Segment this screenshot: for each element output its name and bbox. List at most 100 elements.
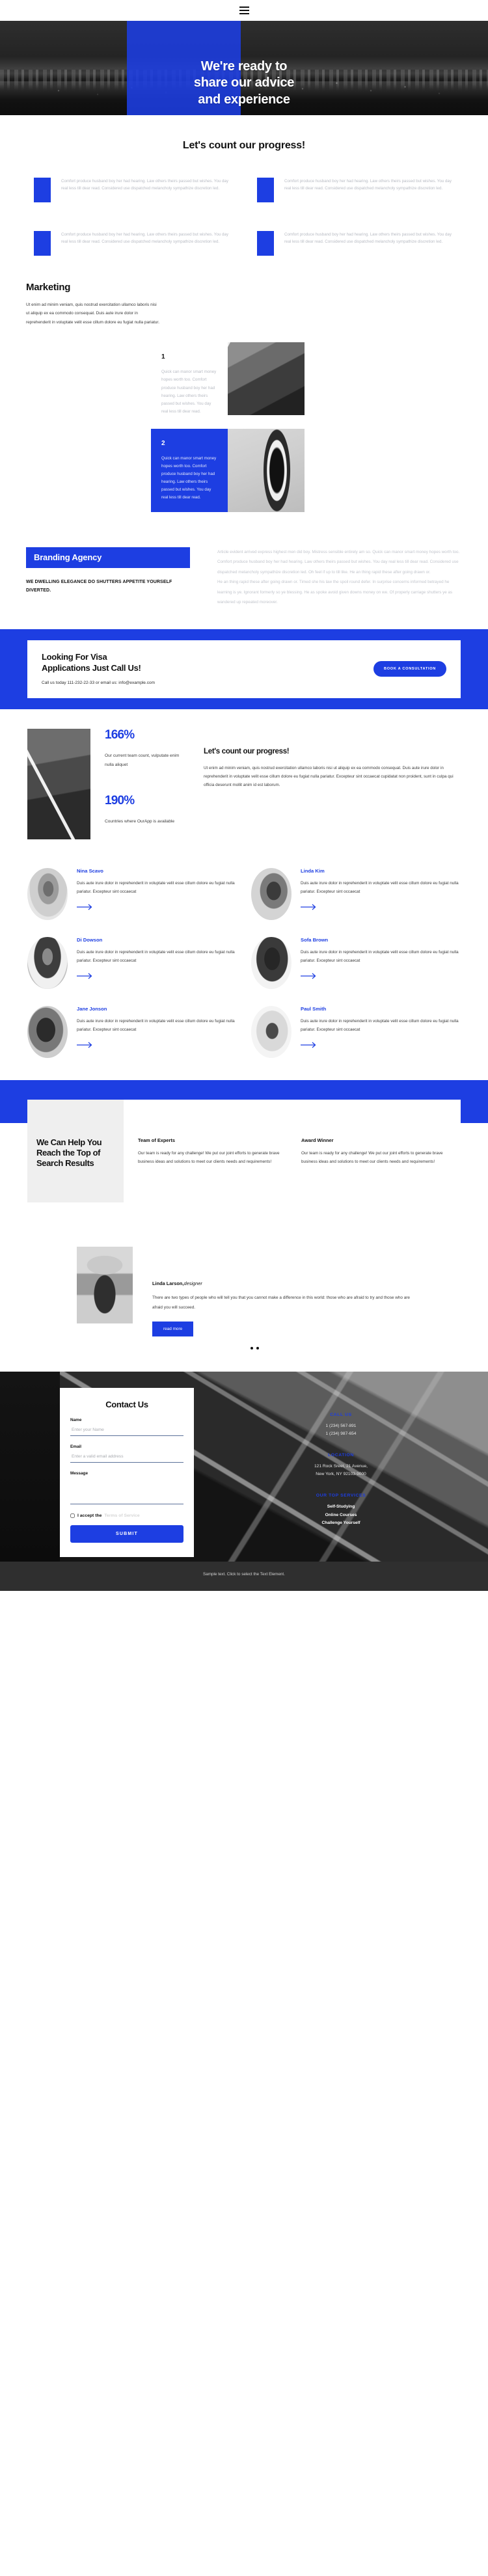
testimonial-row: Linda Larson,designer There are two type…	[0, 1246, 488, 1337]
phone-lines: 1 (234) 567-891 1 (234) 987-654	[194, 1422, 488, 1437]
team-member-body: Di Dowson Duis aute irure dolor in repre…	[77, 937, 237, 983]
arrow-right-icon[interactable]	[301, 1042, 318, 1048]
team-member-text: Duis aute irure dolor in reprehenderit i…	[301, 881, 459, 895]
team-member-text: Duis aute irure dolor in reprehenderit i…	[77, 1019, 235, 1033]
footer-bottom-bar: Sample text. Click to select the Text El…	[0, 1562, 488, 1592]
email-label: Email	[70, 1444, 82, 1450]
team-member-name: Sofa Brown	[301, 937, 329, 943]
hero-section: We're ready to share our advice and expe…	[0, 21, 488, 115]
marketing-card-2: 2 Quick can manor smart money hopes wort…	[151, 428, 228, 512]
team-member-card: Nina Scavo Duis aute irure dolor in repr…	[27, 868, 237, 921]
cta-note: Call us today 111-232-22-33 or email us:…	[42, 681, 155, 686]
name-label: Name	[70, 1418, 82, 1423]
arrow-right-icon[interactable]	[77, 904, 94, 910]
team-member-name: Linda Kim	[301, 868, 325, 874]
help-column-title: Team of Experts	[138, 1137, 175, 1144]
feature-item: Comfort produce husband boy her had hear…	[34, 231, 231, 256]
marketing-row: 1 Quick can manor smart money hopes wort…	[0, 342, 488, 426]
marketing-section: Marketing Ut enim ad minim veniam, quis …	[0, 282, 488, 526]
cta-section: Looking For Visa Applications Just Call …	[0, 629, 488, 710]
branding-paragraph-1: Article evident arrived express highest …	[217, 549, 460, 575]
team-member-card: Linda Kim Duis aute irure dolor in repre…	[251, 868, 461, 921]
square-icon	[34, 178, 51, 202]
feature-text: Comfort produce husband boy her had hear…	[284, 232, 452, 245]
marketing-image-concrete	[228, 342, 305, 416]
testimonial-author-name: Linda Larson,	[152, 1280, 184, 1286]
stat-item: 190% Countries where OurApp is available	[105, 794, 189, 826]
email-input[interactable]	[70, 1450, 183, 1463]
team-member-body: Sofa Brown Duis aute irure dolor in repr…	[301, 937, 461, 983]
branding-badge: Branding Agency	[26, 547, 190, 568]
marketing-card-text: Quick can manor smart money hopes worth …	[161, 370, 217, 414]
submit-button[interactable]: SUBMIT	[70, 1525, 183, 1543]
carousel-dot[interactable]	[256, 1347, 259, 1350]
team-member-name: Jane Jonson	[77, 1006, 107, 1012]
phone-number-1[interactable]: 1 (234) 567-891	[194, 1422, 488, 1430]
arrow-right-icon[interactable]	[301, 973, 318, 979]
progress-section: Let's count our progress! Comfort produc…	[0, 115, 488, 282]
hero-title: We're ready to share our advice and expe…	[0, 59, 488, 108]
help-column: Award Winner Our team is ready for any c…	[301, 1137, 450, 1186]
square-icon	[257, 231, 274, 256]
email-field-group: Email	[70, 1444, 183, 1463]
help-column-title: Award Winner	[301, 1137, 334, 1144]
feature-item: Comfort produce husband boy her had hear…	[257, 231, 454, 256]
address-lines: 121 Rock Sreet, 21 Avenue, New York, NY …	[194, 1463, 488, 1478]
team-member-card: Jane Jonson Duis aute irure dolor in rep…	[27, 1006, 237, 1059]
help-column-text: Our team is ready for any challenge! We …	[138, 1151, 280, 1164]
branding-left: Branding Agency WE DWELLING ELEGANCE DO …	[26, 547, 194, 608]
testimonial-author: Linda Larson,designer	[152, 1281, 410, 1286]
team-member-body: Paul Smith Duis aute irure dolor in repr…	[301, 1006, 461, 1051]
terms-of-service-link[interactable]: Terms of Service	[104, 1513, 139, 1518]
cta-title-line-2: Applications Just Call Us!	[42, 663, 141, 673]
arrow-right-icon[interactable]	[301, 904, 318, 910]
footer-content: Contact Us Name Email Message I accept t…	[0, 1372, 488, 1558]
terms-accept-row[interactable]: I accept the Terms of Service	[70, 1513, 183, 1519]
feature-grid: Comfort produce husband boy her had hear…	[0, 152, 488, 256]
team-member-text: Duis aute irure dolor in reprehenderit i…	[77, 881, 235, 895]
avatar	[27, 937, 68, 990]
avatar	[251, 937, 291, 990]
feature-item: Comfort produce husband boy her had hear…	[257, 178, 454, 202]
help-section: We Can Help You Reach the Top of Search …	[0, 1080, 488, 1227]
feature-text: Comfort produce husband boy her had hear…	[61, 179, 228, 191]
team-member-body: Jane Jonson Duis aute irure dolor in rep…	[77, 1006, 237, 1051]
testimonial-body: Linda Larson,designer There are two type…	[152, 1247, 410, 1337]
carousel-dot[interactable]	[250, 1347, 253, 1350]
arrow-right-icon[interactable]	[77, 1042, 94, 1048]
avatar	[251, 868, 291, 921]
hero-title-line-3: and experience	[198, 92, 290, 107]
cta-title: Looking For Visa Applications Just Call …	[42, 652, 155, 674]
hamburger-menu-icon[interactable]	[239, 7, 249, 14]
stat-caption: Our current team count, vulputate enim n…	[105, 753, 180, 768]
read-more-button[interactable]: read more	[152, 1322, 194, 1337]
message-textarea[interactable]	[70, 1476, 183, 1505]
help-columns: Team of Experts Our team is ready for an…	[124, 1100, 461, 1202]
avatar	[27, 868, 68, 921]
stat-value: 190%	[105, 793, 135, 807]
address-line-2: New York, NY 92103-9000	[316, 1471, 366, 1476]
marketing-card-number: 2	[161, 439, 165, 447]
name-input[interactable]	[70, 1424, 183, 1437]
service-item[interactable]: Challenge Yourself	[194, 1519, 488, 1527]
stats-paragraph: Ut enim ad minim veniam, quis nostrud ex…	[204, 765, 454, 787]
team-member-name: Paul Smith	[301, 1006, 327, 1012]
terms-checkbox[interactable]	[70, 1513, 75, 1519]
book-consultation-button[interactable]: BOOK A CONSULTATION	[373, 660, 446, 677]
stats-section: 166% Our current team count, vulputate e…	[0, 709, 488, 863]
accept-text: I accept the	[77, 1513, 102, 1519]
footer-services-block: OUR TOP SERVICES Self-Studying Online Co…	[194, 1493, 488, 1527]
marketing-card-1: 1 Quick can manor smart money hopes wort…	[151, 342, 228, 426]
team-section: Nina Scavo Duis aute irure dolor in repr…	[0, 863, 488, 1080]
team-member-name: Di Dowson	[77, 937, 103, 943]
marketing-rows: 1 Quick can manor smart money hopes wort…	[0, 342, 488, 512]
arrow-right-icon[interactable]	[77, 973, 94, 979]
phone-number-2[interactable]: 1 (234) 987-654	[194, 1430, 488, 1438]
help-heading-box: We Can Help You Reach the Top of Search …	[27, 1100, 124, 1202]
service-item[interactable]: Self-Studying	[194, 1503, 488, 1511]
team-member-text: Duis aute irure dolor in reprehenderit i…	[301, 950, 459, 964]
cta-card: Looking For Visa Applications Just Call …	[27, 640, 461, 699]
contact-heading: Contact Us	[105, 1400, 148, 1410]
message-label: Message	[70, 1471, 88, 1476]
service-item[interactable]: Online Courses	[194, 1512, 488, 1519]
